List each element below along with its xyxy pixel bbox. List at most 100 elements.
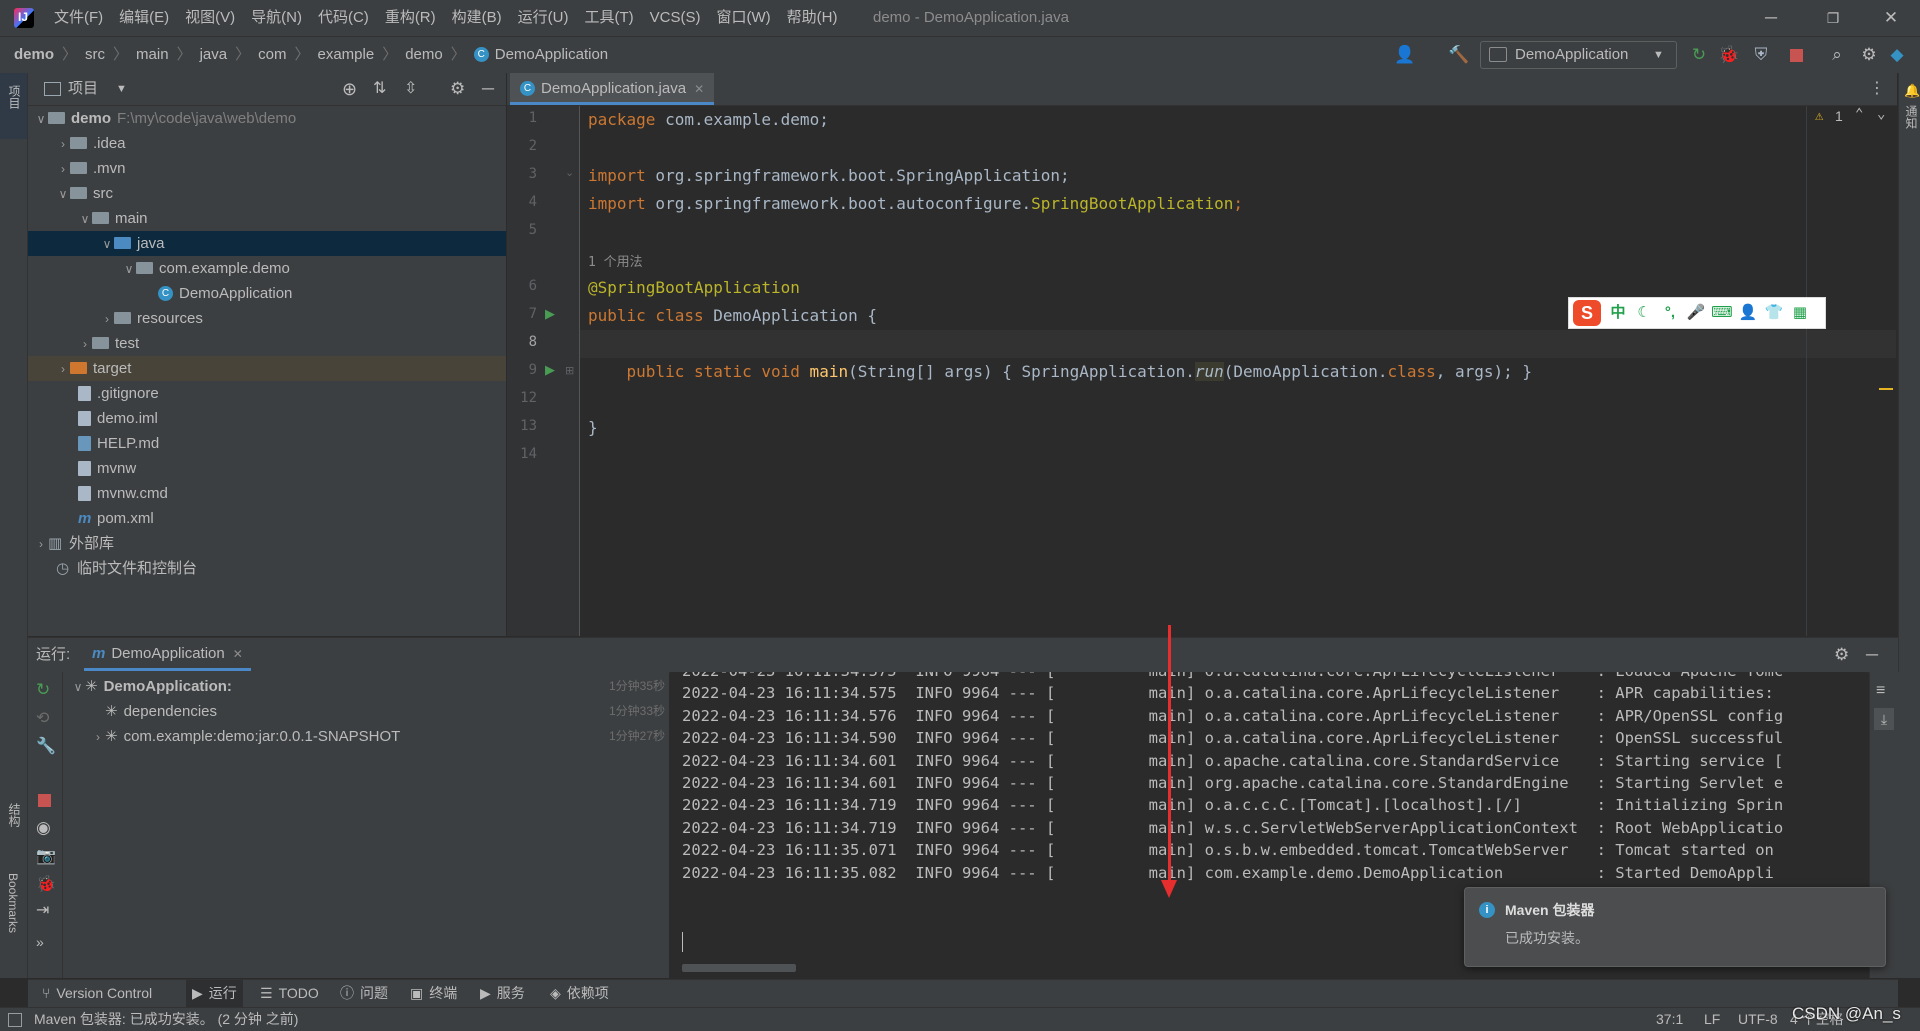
chevron-down-icon[interactable]: ▼ — [116, 73, 127, 105]
menu-help[interactable]: 帮助(H) — [779, 0, 846, 36]
menu-window[interactable]: 窗口(W) — [708, 0, 778, 36]
wrench-icon[interactable]: 🔧 — [36, 736, 56, 756]
chevron-right-icon[interactable]: › — [91, 725, 105, 750]
bell-icon[interactable]: 🔔 — [1904, 83, 1920, 99]
toolbox-icon[interactable]: ▦ — [1789, 302, 1811, 324]
tab-services[interactable]: ▶ 服务 — [480, 980, 525, 1007]
line-separator[interactable]: LF — [1704, 1008, 1720, 1031]
breadcrumb-com[interactable]: com — [258, 37, 286, 73]
warning-marker[interactable] — [1879, 388, 1893, 390]
run-configuration-select[interactable]: DemoApplication ▼ — [1480, 41, 1677, 69]
hide-panel-icon[interactable]: ─ — [482, 73, 494, 105]
stop-icon[interactable] — [38, 794, 51, 807]
tree-item-pom-xml[interactable]: m pom.xml — [28, 506, 506, 531]
warning-count[interactable]: 1 — [1835, 108, 1843, 124]
fold-icon[interactable]: ⊞ — [565, 364, 574, 377]
fold-icon[interactable]: ⌄ — [565, 166, 574, 179]
tree-item-idea[interactable]: › .idea — [28, 131, 506, 156]
breadcrumb-demo[interactable]: demo — [14, 37, 54, 73]
project-panel-title[interactable]: 项目 — [68, 73, 98, 105]
tree-item-help-md[interactable]: HELP.md — [28, 431, 506, 456]
tree-item-src[interactable]: ∨ src — [28, 181, 506, 206]
gear-icon[interactable]: ⚙ — [1856, 42, 1882, 68]
more-options-icon[interactable]: ⋮ — [1869, 73, 1885, 105]
code-editor[interactable]: package com.example.demo; import org.spr… — [580, 106, 1896, 636]
menu-navigate[interactable]: 导航(N) — [243, 0, 310, 36]
chevron-right-icon[interactable]: › — [56, 357, 70, 382]
status-message[interactable]: Maven 包装器: 已成功安装。 (2 分钟 之前) — [34, 1008, 298, 1031]
caret-position[interactable]: 37:1 — [1656, 1008, 1683, 1031]
tree-item-external-libraries[interactable]: › ▥ 外部库 — [28, 531, 506, 556]
chevron-right-icon[interactable]: › — [34, 532, 48, 557]
run-tree-item[interactable]: ∨ ✳ DemoApplication: 1分钟35秒 — [63, 674, 669, 699]
tree-item-resources[interactable]: › resources — [28, 306, 506, 331]
restore-button[interactable]: ❐ — [1808, 0, 1858, 36]
keyboard-icon[interactable]: ⌨ — [1711, 302, 1733, 324]
close-button[interactable]: ✕ — [1866, 0, 1916, 36]
gear-icon[interactable]: ⚙ — [450, 73, 465, 105]
jetbrains-toolbox-icon[interactable]: ◆ — [1884, 42, 1910, 68]
hide-panel-icon[interactable]: ─ — [1866, 638, 1878, 672]
tab-problems[interactable]: ⓘ 问题 — [340, 980, 388, 1007]
tree-item-mvnw-cmd[interactable]: mvnw.cmd — [28, 481, 506, 506]
warning-icon[interactable]: ⚠ — [1815, 108, 1823, 124]
locate-icon[interactable]: ⊕ — [342, 73, 357, 105]
camera-icon[interactable]: 📷 — [36, 846, 56, 866]
structure-tool-button[interactable]: 结构 — [6, 803, 23, 827]
rerun-icon[interactable]: ↻ — [36, 680, 50, 700]
chevron-down-icon[interactable]: ∨ — [56, 182, 70, 207]
tree-item-gitignore[interactable]: .gitignore — [28, 381, 506, 406]
chevron-down-icon[interactable]: ∨ — [122, 257, 136, 282]
chevron-down-icon[interactable]: ∨ — [100, 232, 114, 257]
editor-scroll-gutter[interactable]: ⚠ 1 ⌃ ⌄ — [1806, 106, 1897, 636]
breadcrumb-java[interactable]: java — [200, 37, 228, 73]
chevron-right-icon[interactable]: › — [56, 132, 70, 157]
tree-item-demoapplication[interactable]: C DemoApplication — [28, 281, 506, 306]
eye-icon[interactable]: ◉ — [36, 818, 51, 838]
run-gutter-icon[interactable]: ▶ — [545, 362, 555, 378]
next-highlight-icon[interactable]: ⌄ — [1877, 106, 1885, 122]
menu-code[interactable]: 代码(C) — [310, 0, 377, 36]
close-tab-icon[interactable]: ✕ — [233, 647, 243, 661]
debug-icon[interactable]: 🐞 — [36, 874, 56, 894]
sogou-logo-icon[interactable]: S — [1573, 300, 1601, 326]
tree-item-scratches[interactable]: ◷ 临时文件和控制台 — [28, 556, 506, 581]
chevron-down-icon[interactable]: ∨ — [71, 675, 85, 700]
menu-tools[interactable]: 工具(T) — [576, 0, 641, 36]
chevron-down-icon[interactable]: ∨ — [34, 107, 48, 132]
gear-icon[interactable]: ⚙ — [1834, 638, 1849, 672]
tab-todo[interactable]: ☰ TODO — [260, 980, 319, 1007]
minimize-button[interactable]: ─ — [1746, 0, 1796, 36]
breadcrumb-example[interactable]: example — [317, 37, 374, 73]
more-icon[interactable]: » — [36, 934, 44, 950]
breadcrumb-main[interactable]: main — [136, 37, 169, 73]
tree-item-package[interactable]: ∨ com.example.demo — [28, 256, 506, 281]
menu-file[interactable]: 文件(F) — [46, 0, 111, 36]
collapse-all-icon[interactable]: ⇳ — [404, 73, 417, 105]
tab-run[interactable]: ▶ 运行 — [186, 980, 243, 1007]
tree-item-java[interactable]: ∨ java — [28, 231, 506, 256]
tab-terminal[interactable]: ▣ 终端 — [410, 980, 457, 1007]
tree-item-test[interactable]: › test — [28, 331, 506, 356]
maven-notification[interactable]: i Maven 包装器 已成功安装。 — [1464, 887, 1886, 967]
menu-refactor[interactable]: 重构(R) — [377, 0, 444, 36]
tree-item-demo-iml[interactable]: demo.iml — [28, 406, 506, 431]
tab-version-control[interactable]: ⑂ Version Control — [42, 980, 152, 1007]
toggle-tool-windows-icon[interactable] — [8, 1013, 22, 1027]
menu-run[interactable]: 运行(U) — [510, 0, 577, 36]
bookmarks-tool-button[interactable]: Bookmarks — [6, 873, 20, 933]
close-tab-icon[interactable]: ✕ — [694, 82, 704, 96]
ime-chinese-mode[interactable]: 中 — [1607, 302, 1629, 324]
chevron-down-icon[interactable]: ∨ — [78, 207, 92, 232]
user-icon[interactable]: 👤 — [1737, 302, 1759, 324]
tree-item-mvnw[interactable]: mvnw — [28, 456, 506, 481]
microphone-icon[interactable]: 🎤 — [1685, 302, 1707, 324]
breadcrumb-demoapplication[interactable]: DemoApplication — [495, 37, 608, 73]
debug-icon[interactable]: 🐞 — [1716, 42, 1742, 68]
run-tree-item[interactable]: ✳ dependencies 1分钟33秒 — [63, 699, 669, 724]
tree-item-demo[interactable]: ∨ demo F:\my\code\java\web\demo — [28, 106, 506, 131]
run-gutter-icon[interactable]: ▶ — [545, 306, 555, 322]
rerun-icon[interactable]: ↻ — [1686, 42, 1712, 68]
rerun-failed-icon[interactable]: ⟲ — [36, 708, 49, 728]
menu-view[interactable]: 视图(V) — [177, 0, 243, 36]
